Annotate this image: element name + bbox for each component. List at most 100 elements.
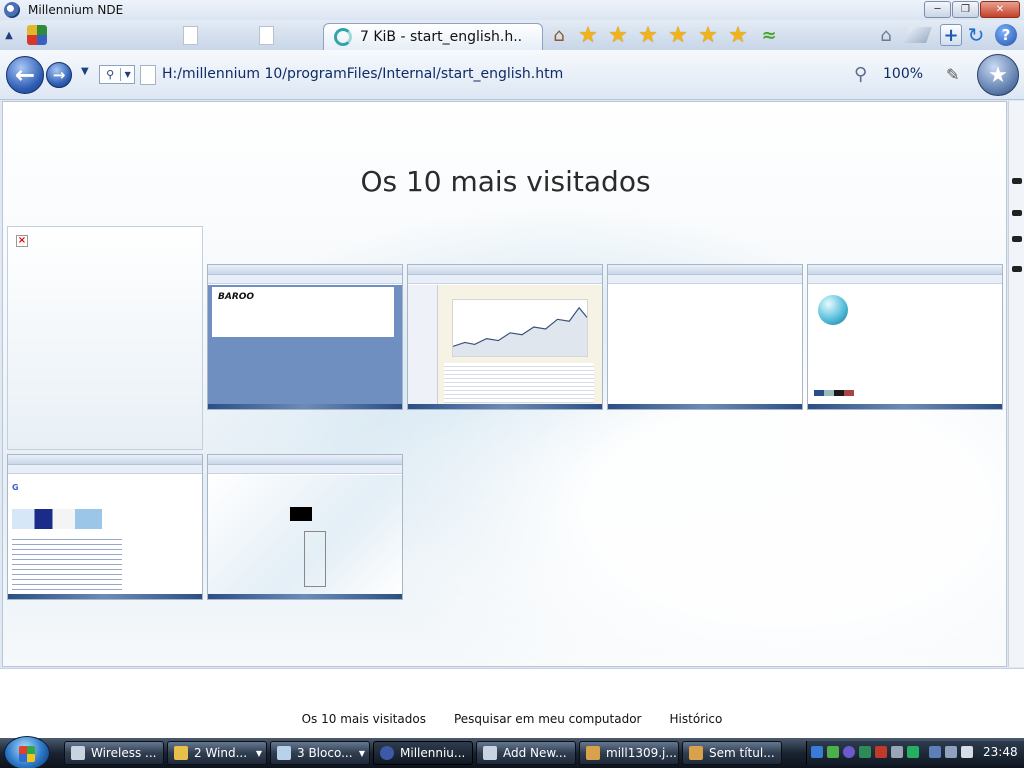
tray-monitor-icon[interactable]: [929, 746, 941, 758]
thumbnail-logo: BAROO: [218, 292, 255, 302]
taskbar-item-label: 2 Wind...: [194, 746, 248, 760]
help-icon[interactable]: ?: [993, 23, 1019, 47]
chevron-down-icon: ▼: [358, 748, 365, 758]
broken-image-icon: ×: [16, 235, 28, 247]
zoom-icon[interactable]: ⚲: [854, 64, 867, 85]
page-layout-icon[interactable]: [904, 23, 932, 47]
start-page: Os 10 mais visitados × BAROO G: [2, 101, 1007, 667]
thumbnail-empty[interactable]: ×: [7, 226, 203, 450]
close-button[interactable]: ✕: [980, 1, 1020, 18]
search-button[interactable]: ⚲ ▼: [99, 65, 135, 84]
favorites-button[interactable]: ★: [977, 54, 1019, 96]
thumbnail-3[interactable]: [607, 264, 803, 410]
wireless-icon: [71, 746, 85, 760]
star-icon[interactable]: ★: [724, 23, 752, 48]
taskbar-item-image-2[interactable]: Sem títul...: [682, 741, 782, 765]
tab-blank-1[interactable]: [180, 23, 200, 47]
side-tab[interactable]: [1012, 210, 1022, 216]
page-title: Os 10 mais visitados: [360, 165, 651, 198]
back-button[interactable]: ←: [6, 56, 44, 94]
taskbar-item-label: Millenniu...: [400, 746, 466, 760]
star-icon[interactable]: ★: [574, 23, 602, 48]
taskbar-item-windows-explorer[interactable]: 2 Wind... ▼: [167, 741, 267, 765]
tab-label: 7 KiB - start_english.h..: [360, 29, 523, 45]
address-bar[interactable]: H:/millennium 10/programFiles/Internal/s…: [162, 66, 563, 82]
tray-power-icon[interactable]: [961, 746, 973, 758]
thumbnail-4[interactable]: [807, 264, 1003, 410]
taskbar-item-label: Sem títul...: [709, 746, 775, 760]
star-icon[interactable]: ★: [604, 23, 632, 48]
forward-button[interactable]: →: [46, 62, 72, 88]
taskbar-item-label: 3 Bloco...: [297, 746, 353, 760]
tray-app-icon[interactable]: [891, 746, 903, 758]
thumbnail-6[interactable]: [207, 454, 403, 600]
side-panel-edge: [1008, 101, 1024, 667]
folder-icon: [174, 746, 188, 760]
footer-link-search-computer[interactable]: Pesquisar em meu computador: [454, 712, 642, 726]
home-gray-icon[interactable]: ⌂: [873, 23, 899, 47]
rss-icon[interactable]: ≈: [757, 23, 781, 47]
window-icon: [483, 746, 497, 760]
navigation-bar: ← → ▼ ⚲ ▼ H:/millennium 10/programFiles/…: [0, 50, 1024, 100]
home-icon[interactable]: ⌂: [547, 23, 571, 47]
restore-button[interactable]: ❐: [952, 1, 979, 18]
taskbar-item-image-1[interactable]: mill1309.j...: [579, 741, 679, 765]
system-tray: 23:48: [806, 741, 1024, 765]
chevron-up-icon[interactable]: ▲: [2, 23, 16, 47]
taskbar-item-add-new[interactable]: Add New...: [476, 741, 576, 765]
tray-app-icon[interactable]: [859, 746, 871, 758]
notepad-icon: [277, 746, 291, 760]
taskbar-item-notepad[interactable]: 3 Bloco... ▼: [270, 741, 370, 765]
footer: Os 10 mais visitados Pesquisar em meu co…: [0, 668, 1024, 738]
tab-active[interactable]: 7 KiB - start_english.h..: [323, 23, 543, 50]
taskbar-item-wireless[interactable]: Wireless ...: [64, 741, 164, 765]
start-button[interactable]: [4, 736, 50, 768]
window-title: Millennium NDE: [28, 3, 124, 17]
refresh-icon[interactable]: ↻: [963, 23, 989, 47]
taskbar-item-millennium[interactable]: Millenniu...: [373, 741, 473, 765]
tray-check-icon[interactable]: [907, 746, 919, 758]
new-tab-button[interactable]: +: [938, 23, 964, 47]
taskbar-item-label: Wireless ...: [91, 746, 157, 760]
browser-icon: [380, 746, 394, 760]
taskbar-item-label: Add New...: [503, 746, 567, 760]
side-tab[interactable]: [1012, 178, 1022, 184]
zoom-level[interactable]: 100%: [883, 66, 923, 82]
tray-volume-icon[interactable]: [945, 746, 957, 758]
tray-app-icon[interactable]: [827, 746, 839, 758]
thumbnail-2[interactable]: [407, 264, 603, 410]
footer-link-history[interactable]: Histórico: [670, 712, 723, 726]
thumbnail-1[interactable]: BAROO: [207, 264, 403, 410]
taskbar: Wireless ... 2 Wind... ▼ 3 Bloco... ▼ Mi…: [0, 736, 1024, 768]
chevron-down-icon: ▼: [255, 748, 262, 758]
star-icon[interactable]: ★: [634, 23, 662, 48]
window-controls: ─ ❐ ✕: [924, 1, 1020, 18]
thumbnail-5[interactable]: G: [7, 454, 203, 600]
minimize-button[interactable]: ─: [924, 1, 951, 18]
star-icon[interactable]: ★: [694, 23, 722, 48]
tools-icon[interactable]: ✎: [946, 65, 959, 84]
chevron-down-icon: ▼: [124, 70, 131, 79]
clock[interactable]: 23:48: [983, 745, 1018, 759]
tray-app-icon[interactable]: [843, 746, 855, 758]
paint-icon: [586, 746, 600, 760]
star-icon[interactable]: ★: [664, 23, 692, 48]
app-icon: [4, 2, 20, 18]
side-tab[interactable]: [1012, 236, 1022, 242]
history-dropdown-icon[interactable]: ▼: [81, 66, 89, 77]
windows-logo-icon: [19, 746, 35, 762]
tray-app-icon[interactable]: [875, 746, 887, 758]
loading-icon: [334, 28, 352, 46]
tray-network-icon[interactable]: [811, 746, 823, 758]
search-icon: ⚲: [100, 68, 122, 81]
footer-links: Os 10 mais visitados Pesquisar em meu co…: [0, 712, 1024, 726]
tab-bar: ▲ 7 KiB - start_english.h.. ⌂ ★ ★ ★ ★ ★ …: [0, 20, 1024, 50]
page-icon: [182, 25, 198, 45]
footer-link-most-visited[interactable]: Os 10 mais visitados: [302, 712, 426, 726]
side-tab[interactable]: [1012, 266, 1022, 272]
paint-icon: [689, 746, 703, 760]
speed-dial-icon[interactable]: [26, 23, 48, 47]
taskbar-item-label: mill1309.j...: [606, 746, 677, 760]
tab-blank-2[interactable]: [256, 23, 276, 47]
title-bar: Millennium NDE ─ ❐ ✕: [0, 0, 1024, 20]
